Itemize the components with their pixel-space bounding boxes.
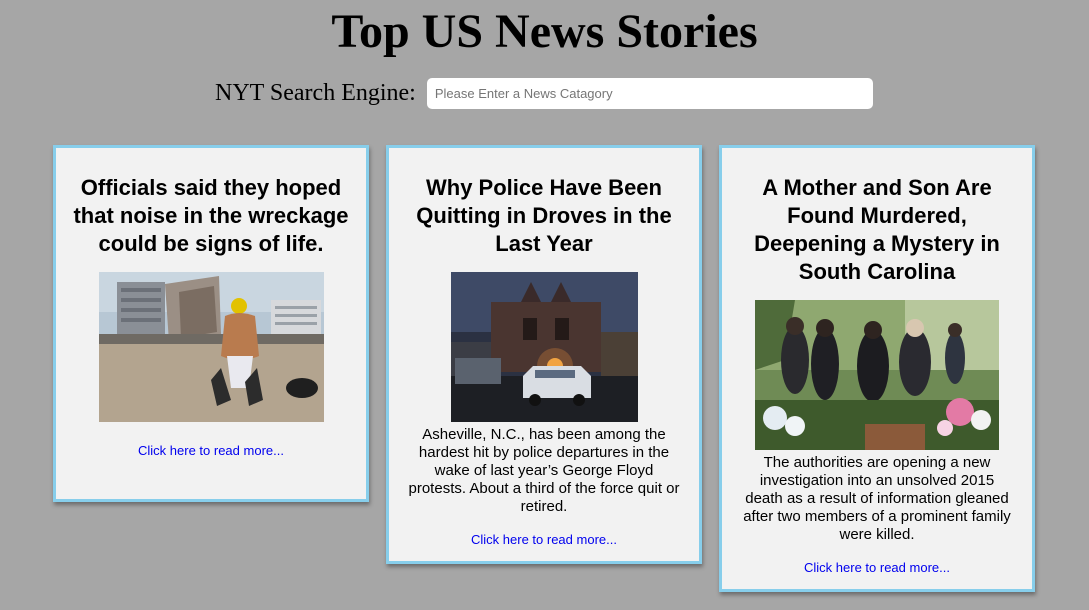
read-more-link[interactable]: Click here to read more... (804, 560, 950, 575)
card-summary: Asheville, N.C., has been among the hard… (408, 426, 680, 515)
search-input[interactable] (426, 78, 873, 109)
card-title: A Mother and Son Are Found Murdered, Dee… (754, 175, 1000, 284)
news-image-police-car (450, 272, 638, 422)
news-card: A Mother and Son Are Found Murdered, Dee… (719, 145, 1035, 592)
page-title: Top US News Stories (331, 5, 758, 58)
news-card: Why Police Have Been Quitting in Droves … (386, 145, 702, 564)
card-title: Why Police Have Been Quitting in Droves … (416, 175, 672, 256)
search-bar: NYT Search Engine: (215, 78, 873, 109)
news-image-collapse-site (98, 272, 324, 422)
card-title: Officials said they hoped that noise in … (73, 175, 349, 256)
news-card: Officials said they hoped that noise in … (53, 145, 369, 502)
card-summary: The authorities are opening a new invest… (743, 454, 1011, 543)
search-label: NYT Search Engine: (215, 80, 416, 106)
read-more-link[interactable]: Click here to read more... (138, 443, 284, 458)
news-image-funeral (755, 300, 999, 450)
read-more-link[interactable]: Click here to read more... (471, 532, 617, 547)
